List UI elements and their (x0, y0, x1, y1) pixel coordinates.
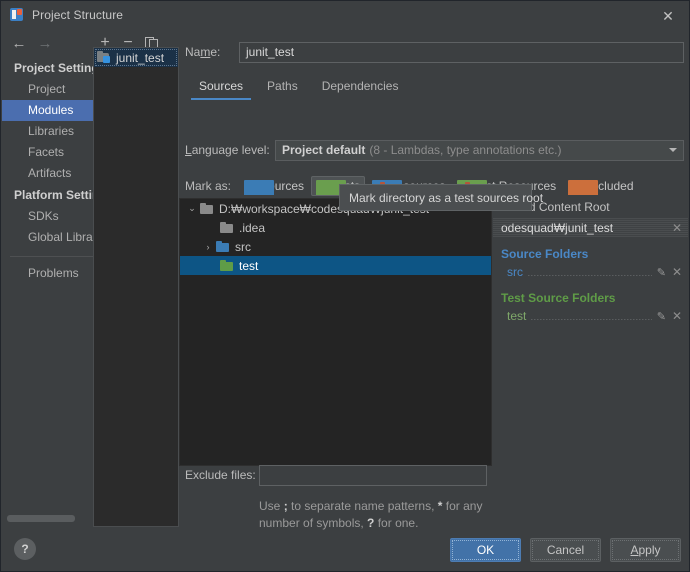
module-editor-panel: Name: junit_test Sources Paths Dependenc… (179, 29, 688, 570)
intellij-idea-icon (9, 7, 25, 23)
edit-icon[interactable]: ✎ (657, 266, 666, 279)
sidebar-horizontal-scrollbar[interactable] (7, 515, 75, 522)
apply-button[interactable]: Apply (610, 538, 681, 562)
exclude-files-input[interactable] (259, 464, 487, 486)
chevron-right-icon[interactable]: › (200, 242, 216, 252)
language-level-detail: (8 - Lambdas, type annotations etc.) (369, 143, 562, 157)
help-button[interactable]: ? (14, 538, 36, 560)
chevron-down-icon (669, 148, 677, 152)
window-title: Project Structure (32, 8, 124, 22)
tree-row[interactable]: .idea (180, 218, 491, 237)
tree-row[interactable]: › src (180, 237, 491, 256)
source-folder-icon (216, 240, 230, 253)
content-root-row[interactable]: odesquad₩junit_test ✕ (493, 218, 688, 237)
source-folders-title: Source Folders (501, 247, 589, 261)
language-level-select[interactable]: Project default (8 - Lambdas, type annot… (275, 139, 684, 161)
dialog-buttons: OK Cancel Apply (450, 538, 681, 562)
forward-icon[interactable]: → (34, 33, 56, 53)
module-name: junit_test (116, 50, 165, 65)
content-root-path: odesquad₩junit_test (501, 220, 614, 235)
back-icon[interactable]: ← (8, 33, 30, 53)
folder-icon (220, 221, 234, 234)
module-name-label: Name: (185, 45, 221, 59)
mark-as-label: Mark as: (185, 179, 232, 193)
remove-icon[interactable]: ✕ (672, 309, 682, 323)
source-folder-row[interactable]: src ✎ ✕ (493, 263, 688, 281)
green-folder-icon (316, 180, 347, 195)
list-item[interactable]: junit_test (94, 48, 178, 67)
source-folder-name: src (507, 265, 523, 279)
exclude-files-row: Exclude files: (185, 464, 684, 486)
module-tabs: Sources Paths Dependencies (187, 74, 410, 100)
module-name-input[interactable]: junit_test (239, 41, 684, 63)
content-tree[interactable]: ⌄ D:₩workspace₩codesquad₩junit_test .ide… (179, 198, 492, 466)
test-folder-icon (220, 259, 234, 272)
edit-icon[interactable]: ✎ (657, 310, 666, 323)
folder-icon (200, 202, 214, 215)
test-source-folders-title: Test Source Folders (501, 291, 616, 305)
tooltip: Mark directory as a test sources root (339, 184, 543, 211)
tree-row-label: src (235, 239, 251, 254)
tree-row-label: .idea (239, 220, 266, 235)
exclude-files-label: Exclude files: (185, 468, 256, 482)
module-name-row: Name: junit_test (185, 41, 684, 63)
language-level-label: Language level: (185, 143, 270, 157)
content-root-detail-panel: + Add Content Root odesquad₩junit_test ✕… (493, 198, 688, 466)
language-level-value: Project default (282, 143, 366, 157)
language-level-row: Language level: Project default (8 - Lam… (185, 139, 684, 161)
remove-icon[interactable]: ✕ (672, 265, 682, 279)
tree-row-label: test (239, 258, 259, 273)
module-folder-icon (97, 51, 112, 64)
orange-folder-icon (568, 180, 599, 195)
title-bar: Project Structure ✕ (1, 1, 689, 29)
test-source-folder-name: test (507, 309, 527, 323)
module-list-panel: junit_test (93, 47, 179, 527)
tab-dependencies[interactable]: Dependencies (310, 74, 411, 100)
mark-as-sources-button[interactable]: Sources (239, 176, 309, 196)
remove-content-root-icon[interactable]: ✕ (672, 221, 682, 235)
test-source-folder-row[interactable]: test ✎ ✕ (493, 307, 688, 325)
tab-sources[interactable]: Sources (187, 74, 255, 100)
blue-folder-icon (244, 180, 274, 195)
row-dots (531, 319, 652, 320)
project-structure-dialog: Project Structure ✕ ← → + − Project Sett… (0, 0, 690, 572)
close-icon[interactable]: ✕ (653, 5, 683, 27)
cancel-button[interactable]: Cancel (530, 538, 601, 562)
tab-paths[interactable]: Paths (255, 74, 310, 100)
chevron-down-icon[interactable]: ⌄ (184, 203, 200, 214)
row-dots (528, 275, 652, 276)
tree-row[interactable]: test (180, 256, 491, 275)
exclude-files-hint: Use ; to separate name patterns, * for a… (259, 499, 483, 530)
ok-button[interactable]: OK (450, 538, 521, 562)
mark-as-excluded-button[interactable]: Excluded (563, 176, 638, 196)
